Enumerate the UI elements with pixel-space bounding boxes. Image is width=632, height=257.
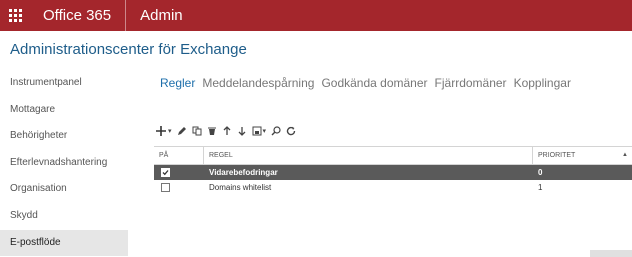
refresh-icon [286,126,296,136]
suite-app-name[interactable]: Admin [140,7,183,24]
tab-kopplingar[interactable]: Kopplingar [514,76,571,90]
edit-button[interactable] [177,124,187,138]
add-button[interactable]: ▾ [155,124,172,138]
enabled-checkbox[interactable] [161,168,170,177]
table-row[interactable]: Domains whitelist 1 [154,180,632,195]
tab-fjarrdomaner[interactable]: Fjärrdomäner [435,76,507,90]
rules-table: PÅ REGEL PRIORITET ▲ Vidarebefodringar 0… [154,146,632,195]
app-launcher-button[interactable] [0,0,31,31]
move-up-button[interactable] [222,124,232,138]
table-header: PÅ REGEL PRIORITET ▲ [154,146,632,165]
add-icon [155,125,167,137]
rule-name: Domains whitelist [209,183,272,192]
rule-priority: 1 [538,183,543,192]
table-row[interactable]: Vidarebefodringar 0 [154,165,632,180]
nav-item-skydd[interactable]: Skydd [0,203,128,230]
chevron-down-icon: ▾ [262,128,267,135]
column-header-regel[interactable]: REGEL [204,147,533,164]
horizontal-scrollbar[interactable] [590,250,632,257]
rule-priority: 0 [538,168,543,177]
left-navigation: Instrumentpanel Mottagare Behörigheter E… [0,70,128,257]
export-button[interactable]: ▾ [252,124,267,138]
tab-bar: Regler Meddelandespårning Godkända domän… [160,76,578,90]
edit-icon [177,126,187,136]
search-icon [271,126,281,136]
tab-regler[interactable]: Regler [160,76,195,90]
suite-title[interactable]: Office 365 [43,0,127,31]
move-up-icon [222,126,232,136]
row-checkbox-cell [154,168,204,177]
move-down-icon [237,126,247,136]
column-header-prioritet[interactable]: PRIORITET ▲ [533,147,632,164]
chevron-down-icon: ▾ [168,128,172,135]
nav-item-e-postflode[interactable]: E-postflöde [0,229,128,257]
refresh-button[interactable] [286,124,296,138]
column-header-prioritet-label: PRIORITET [538,152,576,159]
enabled-checkbox[interactable] [161,183,170,192]
toolbar: ▾ ▾ [155,124,301,138]
nav-item-organisation[interactable]: Organisation [0,176,128,203]
page-title: Administrationscenter för Exchange [10,41,247,58]
suite-bar: Office 365 Admin [0,0,632,31]
nav-item-mottagare[interactable]: Mottagare [0,97,128,124]
column-header-pa[interactable]: PÅ [154,147,204,164]
rule-name: Vidarebefodringar [209,168,278,177]
tab-meddelandesparning[interactable]: Meddelandespårning [202,76,314,90]
delete-button[interactable] [207,124,217,138]
nav-item-instrumentpanel[interactable]: Instrumentpanel [0,70,128,97]
search-button[interactable] [271,124,281,138]
copy-button[interactable] [192,124,202,138]
export-icon [252,126,262,136]
nav-item-behorigheter[interactable]: Behörigheter [0,123,128,150]
checkmark-icon [162,170,169,176]
delete-icon [207,126,217,136]
copy-icon [192,126,202,136]
tab-godkanda-domaner[interactable]: Godkända domäner [321,76,427,90]
sort-ascending-icon: ▲ [622,152,628,158]
waffle-icon [9,9,22,22]
row-checkbox-cell [154,183,204,192]
nav-item-efterlevnadshantering[interactable]: Efterlevnadshantering [0,150,128,177]
move-down-button[interactable] [237,124,247,138]
